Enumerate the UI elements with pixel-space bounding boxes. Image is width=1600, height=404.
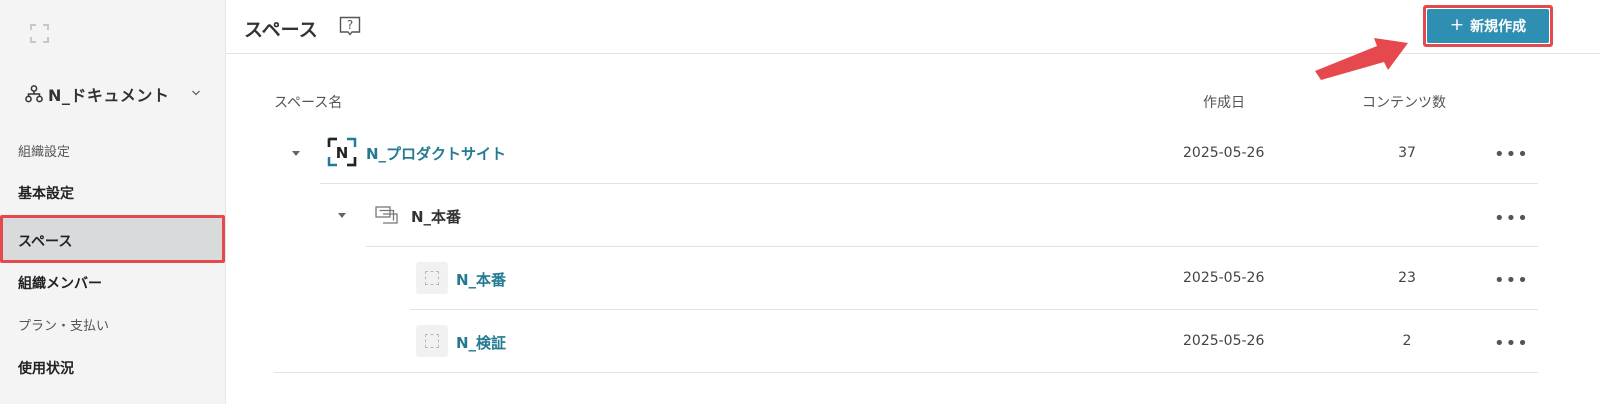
- sidebar: N_ドキュメント 組織設定 基本設定 スペース 組織メンバー プラン・支払い 使…: [0, 0, 226, 404]
- caret-down-icon[interactable]: [338, 213, 346, 218]
- space-name-link[interactable]: N_本番: [456, 269, 506, 290]
- sidebar-item-usage[interactable]: 使用状況: [18, 358, 74, 378]
- sidebar-item-space-label: スペース: [18, 234, 73, 250]
- content-count: 23: [1398, 270, 1416, 286]
- sidebar-item-basic-settings[interactable]: 基本設定: [18, 183, 74, 203]
- space-logo-icon: N: [327, 137, 357, 167]
- space-group-name[interactable]: N_本番: [411, 206, 461, 227]
- row-divider: [366, 246, 1538, 247]
- content-count: 37: [1398, 145, 1416, 161]
- create-new-button[interactable]: + 新規作成: [1423, 5, 1553, 47]
- org-name: N_ドキュメント: [48, 86, 170, 105]
- space-name-link[interactable]: N_プロダクトサイト: [366, 143, 506, 164]
- app-logo-placeholder-icon[interactable]: [30, 24, 49, 43]
- more-options-icon[interactable]: •••: [1494, 210, 1529, 228]
- sidebar-category-plan-billing: プラン・支払い: [18, 319, 110, 334]
- row-divider: [410, 309, 1538, 310]
- org-tree-icon: [25, 85, 43, 103]
- sidebar-item-org-members[interactable]: 組織メンバー: [18, 273, 102, 293]
- table-bottom-border: [274, 372, 1538, 373]
- column-header-content-count: コンテンツ数: [1362, 95, 1446, 111]
- sidebar-category-org-settings: 組織設定: [18, 145, 71, 160]
- content-count: 2: [1402, 333, 1412, 349]
- group-stack-icon: [375, 206, 398, 224]
- row-divider: [320, 183, 1538, 184]
- svg-text:?: ?: [347, 18, 353, 32]
- org-switcher[interactable]: N_ドキュメント: [24, 82, 209, 106]
- sidebar-item-space[interactable]: スペース: [0, 215, 225, 263]
- more-options-icon[interactable]: •••: [1494, 146, 1529, 164]
- page-title: スペース: [244, 19, 318, 41]
- chevron-down-icon: [192, 90, 200, 96]
- more-options-icon[interactable]: •••: [1494, 335, 1529, 353]
- svg-text:N: N: [336, 144, 349, 162]
- column-header-created-date: 作成日: [1203, 95, 1245, 111]
- created-date: 2025-05-26: [1183, 333, 1265, 349]
- column-header-space-name: スペース名: [274, 95, 343, 111]
- annotation-arrow-icon: [1315, 38, 1408, 80]
- placeholder-thumbnail-icon: [416, 325, 448, 357]
- more-options-icon[interactable]: •••: [1494, 272, 1529, 290]
- plus-icon: +: [1449, 15, 1465, 35]
- create-new-button-body: + 新規作成: [1427, 9, 1549, 43]
- create-new-button-label: 新規作成: [1470, 19, 1527, 35]
- created-date: 2025-05-26: [1183, 145, 1265, 161]
- space-name-link[interactable]: N_検証: [456, 332, 506, 353]
- caret-down-icon[interactable]: [292, 151, 300, 156]
- placeholder-thumbnail-icon: [416, 262, 448, 294]
- created-date: 2025-05-26: [1183, 270, 1265, 286]
- help-book-icon[interactable]: ?: [338, 14, 362, 38]
